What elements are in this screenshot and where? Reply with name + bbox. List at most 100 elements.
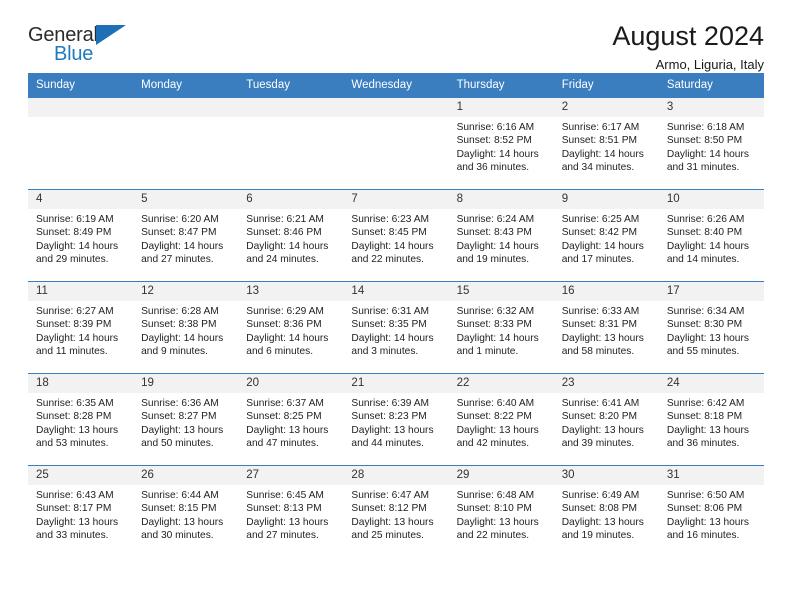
calendar-day-cell[interactable]: 2 Sunrise: 6:17 AM Sunset: 8:51 PM Daylight… [553,97,659,190]
calendar-body: 1 Sunrise: 6:16 AM Sunset: 8:52 PM Daylight… [28,97,764,557]
sunset-text: Sunset: 8:28 PM [36,411,112,423]
calendar-day-cell[interactable]: 5 Sunrise: 6:20 AM Sunset: 8:47 PM Daylight… [133,189,239,282]
calendar-day-cell[interactable]: 26 Sunrise: 6:44 AM Sunset: 8:15 PM Dayligh… [133,465,239,557]
daylight-text-cont: and 58 minutes. [561,346,635,358]
calendar-day-cell[interactable]: 14 Sunrise: 6:31 AM Sunset: 8:35 PM Dayligh… [343,281,449,374]
sunset-text: Sunset: 8:52 PM [456,135,532,147]
weekday-header-thursday: Thursday [448,73,554,98]
daylight-text-cont: and 27 minutes. [246,530,319,542]
day-details: Sunrise: 6:35 AM Sunset: 8:28 PM Daylight:… [28,393,133,451]
sunset-text: Sunset: 8:18 PM [666,411,743,423]
calendar-day-cell[interactable]: 22 Sunrise: 6:40 AM Sunset: 8:22 PM Dayligh… [448,373,554,466]
calendar-day-cell[interactable]: 28 Sunrise: 6:47 AM Sunset: 8:12 PM Dayligh… [343,465,449,557]
sunset-text: Sunset: 8:10 PM [456,503,532,515]
daylight-text: Daylight: 13 hours [351,516,434,528]
sunrise-text: Sunrise: 6:20 AM [141,214,219,225]
calendar-day-cell[interactable]: 16 Sunrise: 6:33 AM Sunset: 8:31 PM Dayligh… [553,281,659,374]
day-number: 17 [658,282,764,301]
calendar-day-cell[interactable]: 30 Sunrise: 6:49 AM Sunset: 8:08 PM Dayligh… [553,465,659,557]
calendar-day-cell[interactable]: 19 Sunrise: 6:36 AM Sunset: 8:27 PM Dayligh… [133,373,239,466]
daylight-text-cont: and 36 minutes. [666,438,740,450]
daylight-text: Daylight: 14 hours [351,240,434,252]
daylight-text: Daylight: 13 hours [666,516,749,528]
calendar-day-cell[interactable]: 9 Sunrise: 6:25 AM Sunset: 8:42 PM Daylight… [553,189,659,282]
day-details: Sunrise: 6:19 AM Sunset: 8:49 PM Daylight:… [28,209,133,267]
sunset-text: Sunset: 8:20 PM [561,411,638,423]
daylight-text-cont: and 11 minutes. [36,346,108,358]
calendar-cell-empty [343,97,449,190]
calendar-day-cell[interactable]: 4 Sunrise: 6:19 AM Sunset: 8:49 PM Daylight… [28,189,134,282]
calendar-day-cell[interactable]: 3 Sunrise: 6:18 AM Sunset: 8:50 PM Daylight… [658,97,764,190]
calendar-day-cell[interactable]: 31 Sunrise: 6:50 AM Sunset: 8:06 PM Dayligh… [658,465,764,557]
sunrise-text: Sunrise: 6:34 AM [666,306,745,317]
sunrise-text: Sunrise: 6:44 AM [141,490,219,501]
daylight-text: Daylight: 14 hours [456,148,539,160]
daylight-text-cont: and 44 minutes. [351,438,424,450]
brand-logo[interactable]: General Blue [28,22,146,68]
calendar-day-cell[interactable]: 7 Sunrise: 6:23 AM Sunset: 8:45 PM Daylight… [343,189,449,282]
day-details: Sunrise: 6:32 AM Sunset: 8:33 PM Daylight:… [449,301,554,359]
daylight-text-cont: and 22 minutes. [351,254,424,266]
day-details: Sunrise: 6:26 AM Sunset: 8:40 PM Daylight:… [659,209,764,267]
day-number: 19 [133,374,239,393]
calendar-day-cell[interactable]: 24 Sunrise: 6:42 AM Sunset: 8:18 PM Dayligh… [658,373,764,466]
day-details: Sunrise: 6:28 AM Sunset: 8:38 PM Daylight:… [133,301,238,359]
calendar-day-cell[interactable]: 20 Sunrise: 6:37 AM Sunset: 8:25 PM Dayligh… [238,373,344,466]
daylight-text-cont: and 27 minutes. [141,254,214,266]
daylight-text-cont: and 50 minutes. [141,438,214,450]
day-details: Sunrise: 6:29 AM Sunset: 8:36 PM Daylight:… [238,301,343,359]
weekday-header-sunday: Sunday [28,73,134,98]
daylight-text-cont: and 19 minutes. [456,254,530,266]
calendar-day-cell[interactable]: 18 Sunrise: 6:35 AM Sunset: 8:28 PM Dayligh… [28,373,134,466]
calendar-cell-empty [28,97,134,190]
calendar-day-cell[interactable]: 10 Sunrise: 6:26 AM Sunset: 8:40 PM Dayligh… [658,189,764,282]
sunset-text: Sunset: 8:45 PM [351,227,427,239]
calendar-day-cell[interactable]: 11 Sunrise: 6:27 AM Sunset: 8:39 PM Dayligh… [28,281,134,374]
sunrise-text: Sunrise: 6:47 AM [351,490,430,501]
sunrise-text: Sunrise: 6:27 AM [36,306,114,317]
calendar-day-cell[interactable]: 23 Sunrise: 6:41 AM Sunset: 8:20 PM Dayligh… [553,373,659,466]
flag-triangle-icon [96,25,126,45]
location-subtitle: Armo, Liguria, Italy [655,57,764,73]
calendar-day-cell[interactable]: 6 Sunrise: 6:21 AM Sunset: 8:46 PM Daylight… [238,189,344,282]
calendar-day-cell[interactable]: 12 Sunrise: 6:28 AM Sunset: 8:38 PM Dayligh… [133,281,239,374]
daylight-text: Daylight: 14 hours [36,240,119,252]
day-number: 13 [238,282,344,301]
sunrise-text: Sunrise: 6:21 AM [246,214,324,225]
day-number: 10 [658,190,764,209]
day-number: 25 [28,466,134,485]
calendar-day-cell[interactable]: 17 Sunrise: 6:34 AM Sunset: 8:30 PM Dayligh… [658,281,764,374]
day-details: Sunrise: 6:34 AM Sunset: 8:30 PM Daylight:… [659,301,764,359]
sunset-text: Sunset: 8:42 PM [561,227,638,239]
calendar-day-cell[interactable]: 13 Sunrise: 6:29 AM Sunset: 8:36 PM Dayligh… [238,281,344,374]
sunset-text: Sunset: 8:43 PM [456,227,532,239]
sunset-text: Sunset: 8:38 PM [141,319,217,331]
day-number: 24 [658,374,764,393]
calendar-day-cell[interactable]: 27 Sunrise: 6:45 AM Sunset: 8:13 PM Dayligh… [238,465,344,557]
calendar-day-cell[interactable]: 29 Sunrise: 6:48 AM Sunset: 8:10 PM Dayligh… [448,465,554,557]
sunset-text: Sunset: 8:23 PM [351,411,427,423]
sunset-text: Sunset: 8:27 PM [141,411,217,423]
day-number [343,98,449,117]
calendar-day-cell[interactable]: 8 Sunrise: 6:24 AM Sunset: 8:43 PM Daylight… [448,189,554,282]
day-number: 1 [448,98,554,117]
calendar-day-cell[interactable]: 15 Sunrise: 6:32 AM Sunset: 8:33 PM Dayligh… [448,281,554,374]
sunrise-text: Sunrise: 6:33 AM [561,306,640,317]
sunset-text: Sunset: 8:12 PM [351,503,427,515]
calendar-cell-empty [133,97,239,190]
sunset-text: Sunset: 8:06 PM [666,503,743,515]
sunrise-text: Sunrise: 6:40 AM [456,398,535,409]
day-details: Sunrise: 6:36 AM Sunset: 8:27 PM Daylight:… [133,393,238,451]
sunrise-text: Sunrise: 6:17 AM [561,122,640,133]
day-number [28,98,134,117]
calendar-day-cell[interactable]: 1 Sunrise: 6:16 AM Sunset: 8:52 PM Daylight… [448,97,554,190]
calendar-day-cell[interactable]: 21 Sunrise: 6:39 AM Sunset: 8:23 PM Dayligh… [343,373,449,466]
sunrise-text: Sunrise: 6:16 AM [456,122,535,133]
calendar-week-row: 4 Sunrise: 6:19 AM Sunset: 8:49 PM Daylight… [28,189,764,282]
calendar-day-cell[interactable]: 25 Sunrise: 6:43 AM Sunset: 8:17 PM Dayligh… [28,465,134,557]
daylight-text: Daylight: 13 hours [141,516,224,528]
daylight-text-cont: and 6 minutes. [246,346,314,358]
day-number: 12 [133,282,239,301]
daylight-text: Daylight: 13 hours [36,516,119,528]
day-number: 14 [343,282,449,301]
